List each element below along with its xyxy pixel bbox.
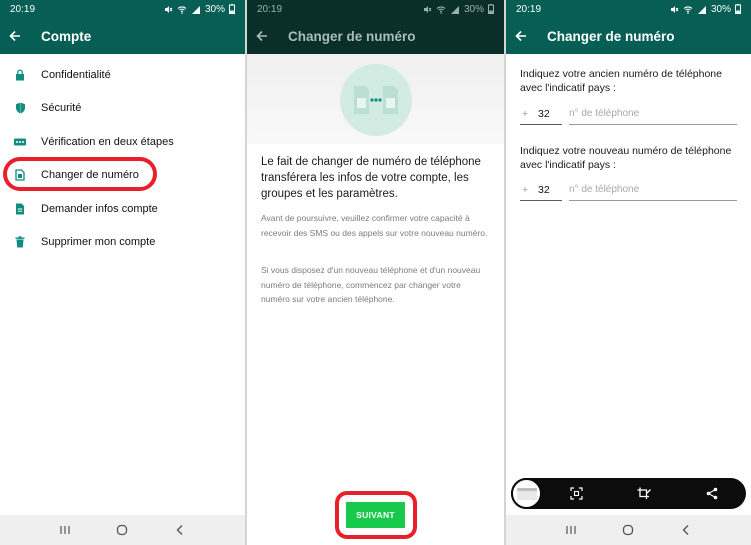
new-number-row: + 32 (520, 181, 737, 201)
page-title: Compte (41, 28, 92, 44)
battery-icon (229, 4, 235, 14)
system-nav-bar (0, 515, 245, 545)
back-nav-icon[interactable] (173, 523, 187, 537)
old-number-row: + 32 (520, 105, 737, 125)
screenshot-thumbnail[interactable] (511, 478, 542, 509)
status-time: 20:19 (10, 3, 36, 15)
menu-item-label: Confidentialité (41, 68, 111, 81)
battery-icon (735, 4, 741, 14)
document-icon (14, 203, 26, 215)
battery-icon (488, 4, 494, 14)
menu-item-label: Vérification en deux étapes (41, 135, 174, 148)
menu-item-label: Sécurité (41, 102, 82, 115)
scroll-capture-icon[interactable] (542, 478, 610, 509)
menu-item-request-info[interactable]: Demander infos compte (0, 192, 245, 226)
status-bar: 20:19 30% (506, 0, 751, 18)
back-arrow-icon[interactable] (9, 29, 23, 43)
old-country-code-field[interactable]: + 32 (520, 105, 562, 125)
trash-icon (14, 236, 26, 248)
new-country-code-field[interactable]: + 32 (520, 181, 562, 201)
wifi-icon (683, 5, 693, 14)
mute-icon (164, 5, 173, 13)
menu-item-security[interactable]: Sécurité (0, 92, 245, 126)
page-title: Changer de numéro (547, 28, 675, 44)
signal-icon (450, 5, 459, 14)
battery-level: 30% (204, 3, 225, 15)
status-bar: 20:19 30% (0, 0, 245, 18)
dots-icon (14, 136, 26, 148)
wifi-icon (177, 5, 187, 14)
old-phone-note: Si vous disposez d'un nouveau téléphone … (261, 265, 481, 304)
signal-icon (191, 5, 200, 14)
back-arrow-icon[interactable] (515, 29, 529, 43)
recents-icon[interactable] (564, 523, 578, 537)
app-bar: Compte (0, 18, 245, 54)
new-number-label: Indiquez votre nouveau numéro de télépho… (520, 145, 732, 171)
change-number-intro-screen: 20:19 30% Changer de numéro Le fait de c… (247, 0, 504, 545)
new-country-code: 32 (538, 183, 550, 196)
menu-item-privacy[interactable]: Confidentialité (0, 58, 245, 92)
old-number-label: Indiquez votre ancien numéro de téléphon… (520, 68, 722, 94)
menu-item-two-step[interactable]: Vérification en deux étapes (0, 125, 245, 159)
mute-icon (423, 5, 432, 13)
page-title: Changer de numéro (288, 28, 416, 44)
mute-icon (670, 5, 679, 13)
status-icons: 30% (423, 4, 494, 15)
system-nav-bar (506, 515, 751, 545)
highlight-annotation (335, 491, 417, 539)
app-bar: Changer de numéro (506, 18, 751, 54)
confirm-capability-note: Avant de poursuivre, veuillez confirmer … (261, 213, 488, 238)
battery-level: 30% (710, 3, 731, 15)
sim-swap-icon (354, 86, 398, 114)
status-icons: 30% (164, 4, 235, 15)
status-time: 20:19 (257, 3, 283, 15)
status-time: 20:19 (516, 3, 542, 15)
menu-item-label: Demander infos compte (41, 202, 158, 215)
edit-crop-icon[interactable] (610, 478, 678, 509)
plus-sign: + (522, 183, 529, 196)
home-icon[interactable] (115, 523, 129, 537)
new-phone-input[interactable] (569, 181, 737, 201)
share-icon[interactable] (678, 478, 746, 509)
status-bar: 20:19 30% (247, 0, 504, 18)
back-arrow-icon[interactable] (256, 29, 270, 43)
lock-icon (14, 69, 26, 81)
account-screen: 20:19 30% Compte Confidentialité Sécurit… (0, 0, 245, 545)
home-icon[interactable] (621, 523, 635, 537)
highlight-annotation (3, 157, 157, 191)
plus-sign: + (522, 107, 529, 120)
change-number-form-screen: 20:19 30% Changer de numéro Indiquez vot… (506, 0, 751, 545)
status-icons: 30% (670, 4, 741, 15)
signal-icon (697, 5, 706, 14)
old-phone-input[interactable] (569, 105, 737, 125)
sim-swap-illustration (340, 64, 412, 136)
change-number-headline: Le fait de changer de numéro de téléphon… (261, 156, 481, 200)
wifi-icon (436, 5, 446, 14)
shield-icon (14, 102, 26, 114)
recents-icon[interactable] (58, 523, 72, 537)
app-bar: Changer de numéro (247, 18, 504, 54)
screenshot-toolbar (511, 478, 746, 509)
back-nav-icon[interactable] (679, 523, 693, 537)
old-country-code: 32 (538, 107, 550, 120)
battery-level: 30% (463, 3, 484, 15)
menu-item-delete-account[interactable]: Supprimer mon compte (0, 226, 245, 260)
menu-item-label: Supprimer mon compte (41, 236, 156, 249)
